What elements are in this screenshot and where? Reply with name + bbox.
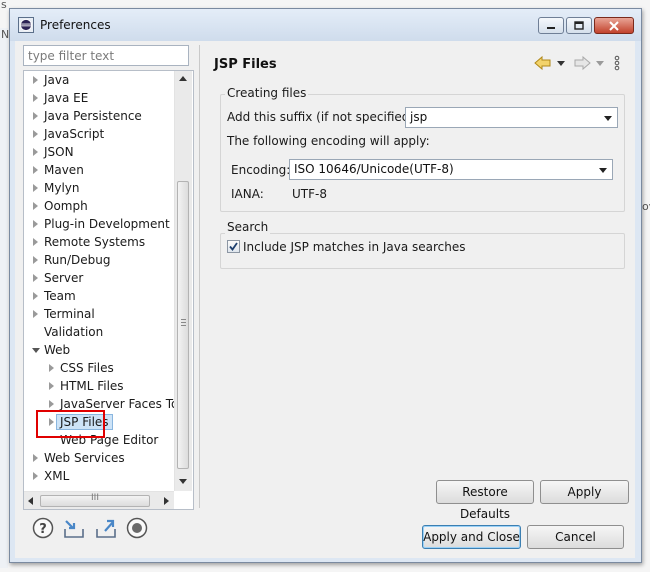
tree-vertical-scrollbar[interactable] [174, 71, 192, 491]
title-bar[interactable]: Preferences [10, 9, 641, 41]
suffix-value: jsp [410, 110, 428, 124]
expand-arrow-icon[interactable] [49, 382, 54, 390]
scroll-up-arrow-icon[interactable] [179, 76, 187, 81]
tree-item-label: Server [44, 271, 84, 285]
chevron-down-icon [599, 168, 607, 173]
maximize-button[interactable] [566, 17, 592, 34]
expand-arrow-icon[interactable] [33, 76, 38, 84]
tree-item-label: Mylyn [44, 181, 80, 195]
expand-arrow-icon[interactable] [33, 112, 38, 120]
back-dropdown-icon[interactable] [556, 55, 566, 71]
pane-splitter[interactable] [199, 45, 200, 508]
close-button[interactable] [594, 17, 634, 34]
tree-item-label: Java Persistence [44, 109, 142, 123]
include-jsp-checkbox[interactable] [227, 240, 240, 253]
minimize-button[interactable] [538, 17, 564, 34]
iana-value: UTF-8 [292, 187, 327, 201]
window-title: Preferences [40, 18, 111, 32]
scrollbar-thumb[interactable]: III [40, 493, 150, 507]
tree-item-label: Plug-in Development [44, 217, 170, 231]
tree-item-label: Validation [44, 325, 104, 339]
encoding-label: Encoding: [231, 163, 291, 177]
encoding-dropdown[interactable]: ISO 10646/Unicode(UTF-8) [289, 159, 613, 180]
checkmark-icon [229, 242, 238, 251]
expand-arrow-icon[interactable] [33, 130, 38, 138]
search-group-label: Search [225, 220, 271, 234]
background-text-fragment: N [1, 28, 10, 41]
tree-item-label: HTML Files [60, 379, 124, 393]
expand-arrow-icon[interactable] [33, 472, 38, 480]
creating-files-group-label: Creating files [225, 86, 309, 100]
import-icon[interactable] [62, 516, 86, 540]
scroll-down-arrow-icon[interactable] [179, 479, 187, 484]
background-text-fragment: s [1, 0, 7, 11]
background-window-edge [0, 28, 8, 568]
expand-arrow-icon[interactable] [33, 148, 38, 156]
tree-item-label: Terminal [44, 307, 95, 321]
tree-item-label: CSS Files [60, 361, 114, 375]
collapse-arrow-icon[interactable] [32, 348, 40, 353]
eclipse-logo-icon [18, 17, 34, 33]
chevron-down-icon [604, 116, 612, 121]
iana-label: IANA: [231, 187, 264, 201]
page-title: JSP Files [214, 57, 277, 72]
background-text-fragment: ov [642, 200, 650, 213]
scroll-right-arrow-icon[interactable] [164, 497, 169, 505]
expand-arrow-icon[interactable] [49, 364, 54, 372]
highlight-box [36, 410, 105, 438]
apply-button[interactable]: Apply [540, 480, 629, 504]
dialog-content: Java Java EE Java Persistence JavaScript… [15, 41, 635, 558]
minimize-icon [547, 26, 555, 29]
expand-arrow-icon[interactable] [33, 220, 38, 228]
tree-item-label: Maven [44, 163, 84, 177]
scrollbar-grip: III [91, 493, 99, 503]
back-arrow-icon[interactable] [534, 55, 552, 71]
close-icon [609, 20, 619, 31]
expand-arrow-icon[interactable] [33, 454, 38, 462]
forward-dropdown-icon[interactable] [595, 55, 605, 71]
tree-item-label: Oomph [44, 199, 88, 213]
tree-item-label: Java [44, 73, 70, 87]
restore-defaults-button[interactable]: Restore Defaults [436, 480, 534, 521]
tree-item-label: Java EE [44, 91, 89, 105]
expand-arrow-icon[interactable] [33, 94, 38, 102]
help-icon[interactable]: ? [31, 516, 55, 540]
expand-arrow-icon[interactable] [33, 202, 38, 210]
tree-item-label: Web [44, 343, 71, 357]
expand-arrow-icon[interactable] [49, 400, 54, 408]
preferences-dialog: Preferences Java Java EE Java Persistenc [9, 8, 642, 563]
tree-item-label: Web Services [44, 451, 125, 465]
apply-and-close-button[interactable]: Apply and Close [422, 525, 521, 549]
svg-text:?: ? [39, 522, 47, 537]
expand-arrow-icon[interactable] [33, 166, 38, 174]
preference-tree[interactable]: Java Java EE Java Persistence JavaScript… [23, 70, 194, 510]
tree-item-label: Remote Systems [44, 235, 146, 249]
scroll-left-arrow-icon[interactable] [28, 497, 33, 505]
filter-input[interactable] [23, 45, 189, 66]
expand-arrow-icon[interactable] [33, 184, 38, 192]
view-menu-icon[interactable] [613, 55, 621, 71]
tree-item-label: XML [44, 469, 70, 483]
tree-item-label: Run/Debug [44, 253, 111, 267]
suffix-label: Add this suffix (if not specified): [227, 110, 419, 124]
expand-arrow-icon[interactable] [33, 238, 38, 246]
expand-arrow-icon[interactable] [33, 292, 38, 300]
export-icon[interactable] [94, 516, 118, 540]
encoding-info-label: The following encoding will apply: [227, 134, 430, 148]
include-jsp-label[interactable]: Include JSP matches in Java searches [243, 240, 466, 254]
forward-arrow-icon[interactable] [573, 55, 591, 71]
expand-arrow-icon[interactable] [33, 274, 38, 282]
encoding-value: ISO 10646/Unicode(UTF-8) [294, 162, 454, 176]
suffix-dropdown[interactable]: jsp [405, 107, 618, 128]
expand-arrow-icon[interactable] [33, 310, 38, 318]
cancel-button[interactable]: Cancel [527, 525, 624, 549]
scrollbar-thumb[interactable] [177, 181, 189, 469]
tree-item-label: Team [44, 289, 76, 303]
maximize-icon [574, 20, 584, 30]
tree-item-label: JavaScript [44, 127, 105, 141]
tree-horizontal-scrollbar[interactable]: III [24, 491, 174, 509]
tree-item-label: JSON [44, 145, 74, 159]
record-icon[interactable] [125, 516, 149, 540]
expand-arrow-icon[interactable] [33, 256, 38, 264]
